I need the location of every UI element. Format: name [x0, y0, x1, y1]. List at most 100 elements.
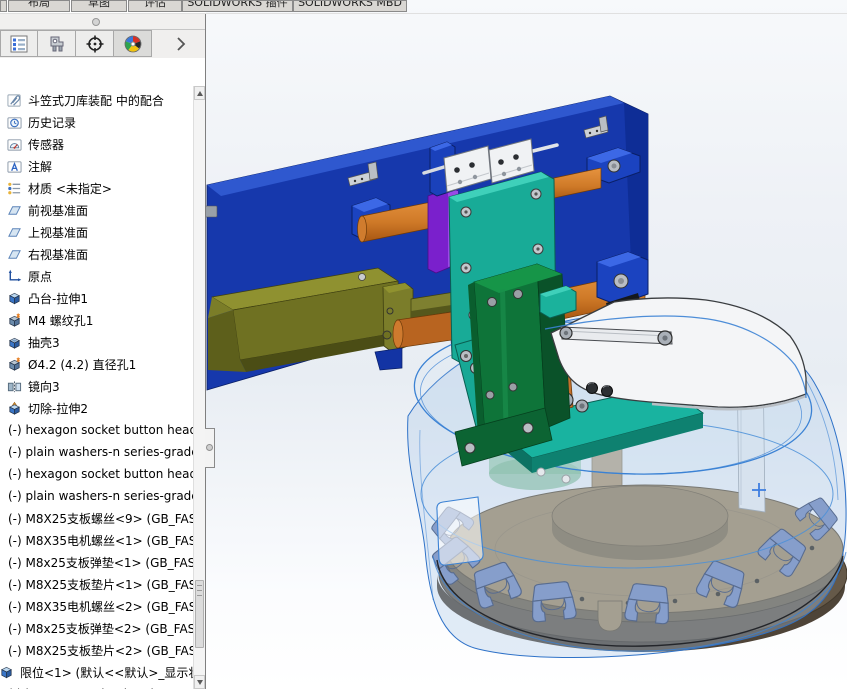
- triangle-down-icon: [197, 680, 203, 685]
- boss-extrude-icon: [7, 291, 22, 306]
- tree-item-origin[interactable]: 原点: [0, 265, 193, 287]
- mirror-icon: [7, 379, 22, 394]
- component-icon: [0, 665, 14, 680]
- ribbon-tab-bar: 布局 草图 评估 SOLIDWORKS 插件 SOLIDWORKS MBD: [0, 0, 847, 14]
- tree-item-right-plane[interactable]: 右视基准面: [0, 243, 193, 265]
- plane-icon: [7, 247, 22, 262]
- tree-item-label: 原点: [28, 268, 52, 285]
- tree-item-label: 注解: [28, 158, 52, 175]
- triangle-up-icon: [197, 91, 203, 96]
- display-manager-tab[interactable]: [114, 30, 152, 57]
- tree-item-mates[interactable]: 斗笠式刀库装配 中的配合: [0, 89, 193, 111]
- tree-item-fastener[interactable]: (-) hexagon socket button head: [0, 463, 193, 485]
- tree-item-fastener[interactable]: (-) M8X35电机螺丝<2> (GB_FAS: [0, 595, 193, 617]
- cut-extrude-icon: [7, 401, 22, 416]
- scroll-down-button[interactable]: [194, 675, 205, 689]
- ribbon-tab-label: 布局: [9, 0, 69, 12]
- tree-item-limit-component[interactable]: 限位<1> (默认<<默认>_显示状态: [0, 661, 193, 683]
- clamp-foot[interactable]: [375, 348, 402, 370]
- tree-item-label: 限位<1> (默认<<默认>_显示状态: [20, 664, 193, 681]
- ribbon-tab-mbd[interactable]: SOLIDWORKS MBD: [293, 0, 407, 12]
- tree-item-label: (-) hexagon socket button head: [8, 467, 193, 481]
- tree-item-material[interactable]: 材质 <未指定>: [0, 177, 193, 199]
- panel-expand-chevron[interactable]: [176, 30, 186, 58]
- tree-item-fastener[interactable]: (-) M8x25支板弹垫<1> (GB_FAST: [0, 551, 193, 573]
- ribbon-tab-sketch[interactable]: 草图: [71, 0, 127, 12]
- feature-manager-panel: 斗笠式刀库装配 中的配合 历史记录 传感器 注解 材质 <未指定> 前视基准面 …: [0, 13, 206, 689]
- tree-item-tapped-hole[interactable]: M4 螺纹孔1: [0, 309, 193, 331]
- tree-item-shell[interactable]: 抽壳3: [0, 331, 193, 353]
- scroll-up-button[interactable]: [194, 86, 205, 100]
- ribbon-tab-label: 草图: [72, 0, 126, 12]
- tree-scrollbar[interactable]: [193, 86, 205, 689]
- tree-item-label: (-) M8X35电机螺丝<2> (GB_FAS: [8, 598, 193, 615]
- tree-item-label: (-) plain washers-n series-grade: [8, 445, 193, 459]
- tree-item-label: (-) M8x25支板弹垫<2> (GB_FAST: [8, 620, 193, 637]
- hole-wizard-icon: [7, 357, 22, 372]
- tree-item-fastener[interactable]: (-) M8X25支板垫片<1> (GB_FAS: [0, 573, 193, 595]
- ribbon-tab-label: SOLIDWORKS 插件: [183, 0, 292, 12]
- history-icon: [7, 115, 22, 130]
- tree-item-fastener[interactable]: (-) M8X25支板垫片<2> (GB_FAS: [0, 639, 193, 661]
- tree-item-label: (-) hexagon socket button head: [8, 423, 193, 437]
- ribbon-tab-layout[interactable]: 布局: [8, 0, 70, 12]
- mates-icon: [7, 93, 22, 108]
- panel-collapse-tab[interactable]: [205, 428, 215, 468]
- feature-manager-tree-tab[interactable]: [0, 30, 38, 57]
- tree-item-cut-extrude[interactable]: 切除-拉伸2: [0, 397, 193, 419]
- tree-item-label: (-) M8X35电机螺丝<1> (GB_FAS: [8, 532, 193, 549]
- ribbon-tab-partial[interactable]: [0, 0, 7, 12]
- property-manager-tab[interactable]: [38, 30, 76, 57]
- ribbon-tab-evaluate[interactable]: 评估: [128, 0, 182, 12]
- plane-icon: [7, 225, 22, 240]
- origin-icon: [7, 269, 22, 284]
- model-canvas[interactable]: [206, 0, 847, 689]
- solidworks-window: 布局 草图 评估 SOLIDWORKS 插件 SOLIDWORKS MBD: [0, 0, 847, 689]
- annotations-icon: [7, 159, 22, 174]
- tree-item-fastener[interactable]: (-) plain washers-n series-grade: [0, 485, 193, 507]
- tree-item-label: 前视基准面: [28, 202, 88, 219]
- tree-item-boss-extrude[interactable]: 凸台-拉伸1: [0, 287, 193, 309]
- tree-item-dia-hole[interactable]: Ø4.2 (4.2) 直径孔1: [0, 353, 193, 375]
- feature-manager-tree-icon: [9, 34, 29, 54]
- tree-item-sensors[interactable]: 传感器: [0, 133, 193, 155]
- tree-item-fastener[interactable]: (-) plain washers-n series-grade: [0, 441, 193, 463]
- tree-item-history[interactable]: 历史记录: [0, 111, 193, 133]
- collapse-handle-dot: [206, 444, 213, 451]
- tree-item-label: 抽壳3: [28, 334, 60, 351]
- tree-item-fastener[interactable]: (-) hexagon socket button head: [0, 419, 193, 441]
- hole-wizard-icon: [7, 313, 22, 328]
- display-manager-icon: [123, 34, 143, 54]
- tree-item-label: (-) M8X25支板螺丝<9> (GB_FAS: [8, 510, 193, 527]
- tree-item-label: 材质 <未指定>: [28, 180, 112, 197]
- tree-item-front-plane[interactable]: 前视基准面: [0, 199, 193, 221]
- tree-item-label: 右视基准面: [28, 246, 88, 263]
- dimxpert-manager-icon: [85, 34, 105, 54]
- tree-item-label: (-) M8x25支板弹垫<1> (GB_FAST: [8, 554, 193, 571]
- ribbon-tab-addins[interactable]: SOLIDWORKS 插件: [182, 0, 293, 12]
- tree-item-label: 传感器: [28, 136, 64, 153]
- manager-tab-strip: [0, 30, 205, 58]
- tree-item-label: (-) plain washers-n series-grade: [8, 489, 193, 503]
- tree-item-annotations[interactable]: 注解: [0, 155, 193, 177]
- tree-item-label: 斗笠式刀库装配 中的配合: [28, 92, 164, 109]
- graphics-viewport[interactable]: [206, 0, 847, 689]
- tree-item-mirror[interactable]: 镜向3: [0, 375, 193, 397]
- panel-splitter-handle[interactable]: [92, 18, 100, 26]
- ribbon-tab-label: 评估: [129, 0, 181, 12]
- tree-item-label: 切除-拉伸2: [28, 400, 88, 417]
- scrollbar-thumb[interactable]: [195, 580, 204, 648]
- tree-item-label: 历史记录: [28, 114, 76, 131]
- ribbon-tab-label: SOLIDWORKS MBD: [294, 0, 406, 12]
- tree-item-label: 镜向3: [28, 378, 60, 395]
- shell-icon: [7, 335, 22, 350]
- tree-item-fastener[interactable]: (-) hexagon socket head cap sc: [0, 683, 193, 689]
- tree-item-label: 凸台-拉伸1: [28, 290, 88, 307]
- tree-item-fastener[interactable]: (-) M8x25支板弹垫<2> (GB_FAST: [0, 617, 193, 639]
- tree-item-fastener[interactable]: (-) M8X35电机螺丝<1> (GB_FAS: [0, 529, 193, 551]
- dimxpert-manager-tab[interactable]: [76, 30, 114, 57]
- tree-item-label: Ø4.2 (4.2) 直径孔1: [28, 356, 136, 373]
- tree-item-fastener[interactable]: (-) M8X25支板螺丝<9> (GB_FAS: [0, 507, 193, 529]
- sensors-icon: [7, 137, 22, 152]
- tree-item-top-plane[interactable]: 上视基准面: [0, 221, 193, 243]
